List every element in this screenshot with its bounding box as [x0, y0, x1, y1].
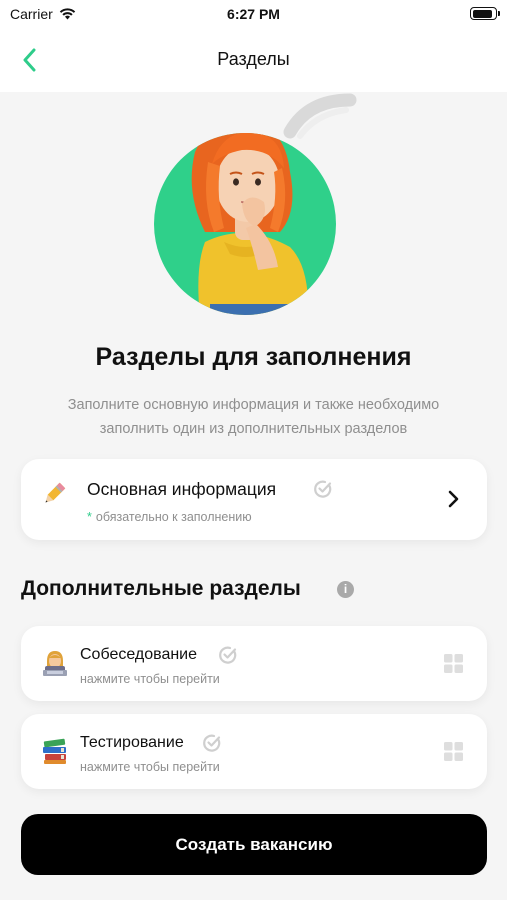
grid-icon[interactable]: [444, 742, 463, 761]
check-circle-icon: [219, 646, 237, 664]
books-icon: [43, 738, 66, 764]
additional-sections-title: Дополнительные разделы: [21, 577, 301, 600]
status-bar: Carrier 6:27 PM: [0, 0, 507, 30]
nav-title: Разделы: [217, 49, 290, 69]
battery-level: [472, 9, 493, 18]
interview-title: Собеседование: [80, 646, 198, 663]
testing-hint: нажмите чтобы перейти: [80, 760, 220, 774]
pencil-icon: [45, 482, 66, 503]
interview-section-card[interactable]: Собеседование нажмите чтобы перейти: [21, 626, 487, 701]
page-heading: Разделы для заполнения: [95, 343, 412, 371]
required-marker: *: [87, 510, 92, 524]
required-note: * обязательно к заполнению: [87, 510, 252, 524]
testing-section-card[interactable]: Тестирование нажмите чтобы перейти: [21, 714, 487, 789]
hero-illustration: [150, 92, 360, 317]
required-note-text: обязательно к заполнению: [95, 510, 252, 524]
check-circle-icon: [314, 480, 332, 498]
info-icon[interactable]: i: [337, 581, 354, 598]
status-time: 6:27 PM: [227, 6, 280, 22]
chevron-right-icon: [448, 490, 459, 508]
grid-icon[interactable]: [444, 654, 463, 673]
main-info-card[interactable]: Основная информация * обязательно к запол…: [21, 459, 487, 540]
page-subtitle: Заполните основную информация и также не…: [67, 397, 440, 437]
create-vacancy-button[interactable]: Создать вакансию: [21, 814, 487, 875]
battery-icon: [470, 7, 500, 20]
thinking-woman-illustration: [154, 93, 357, 315]
navigation-bar: Разделы: [0, 30, 507, 92]
check-circle-icon: [203, 734, 221, 752]
testing-title: Тестирование: [80, 734, 184, 751]
interview-hint: нажмите чтобы перейти: [80, 672, 220, 686]
woman-technologist-icon: [43, 651, 67, 676]
main-info-title: Основная информация: [87, 479, 277, 499]
